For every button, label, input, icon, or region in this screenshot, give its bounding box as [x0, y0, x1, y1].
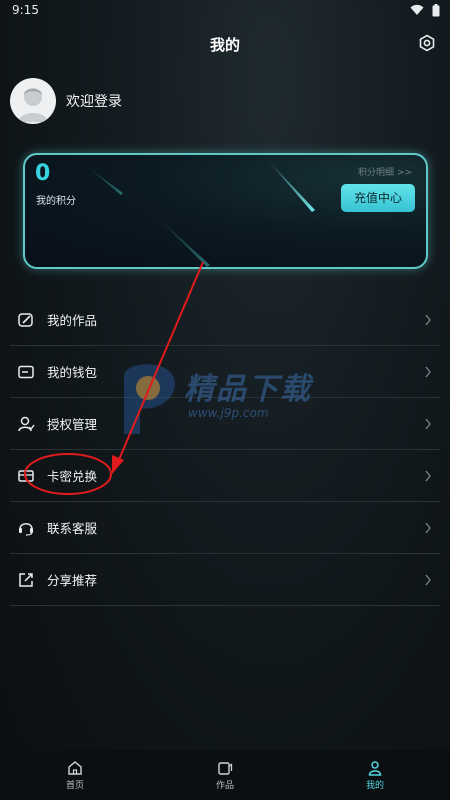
- works-icon: [18, 312, 33, 327]
- tab-home[interactable]: 首页: [0, 750, 150, 800]
- menu-label: 分享推荐: [47, 573, 98, 588]
- bottom-navigation: 首页 作品 我的: [0, 750, 450, 800]
- status-time: 9:15: [12, 3, 39, 17]
- menu-item-authorization[interactable]: 授权管理: [10, 398, 440, 450]
- avatar[interactable]: [10, 78, 56, 124]
- wallet-icon: [18, 365, 34, 378]
- chevron-right-icon: [425, 522, 431, 534]
- menu-label: 我的作品: [47, 313, 98, 328]
- menu-item-customer-service[interactable]: 联系客服: [10, 502, 440, 554]
- chevron-right-icon: [425, 470, 431, 482]
- menu-label: 我的钱包: [47, 365, 98, 380]
- tab-profile[interactable]: 我的: [300, 750, 450, 800]
- menu-list: 我的作品 我的钱包 授权管理 卡密兑换 联系客服 分享推荐: [10, 294, 440, 606]
- chevron-right-icon: [425, 314, 431, 326]
- menu-item-my-wallet[interactable]: 我的钱包: [10, 346, 440, 398]
- page-title: 我的: [209, 36, 240, 54]
- share-icon: [19, 572, 33, 587]
- tab-label: 作品: [215, 780, 234, 791]
- headset-icon: [19, 522, 33, 536]
- points-label: 我的积分: [36, 196, 76, 207]
- menu-label: 联系客服: [47, 521, 98, 536]
- points-detail-link[interactable]: 积分明细 >>: [358, 165, 412, 178]
- profile-icon: [368, 760, 382, 776]
- status-bar: 9:15: [0, 0, 450, 22]
- tab-works[interactable]: 作品: [150, 750, 300, 800]
- menu-item-my-works[interactable]: 我的作品: [10, 294, 440, 346]
- tab-label: 首页: [65, 780, 84, 791]
- menu-item-share[interactable]: 分享推荐: [10, 554, 440, 606]
- points-card: 0 我的积分 积分明细 >> 充值中心: [23, 153, 428, 269]
- menu-label: 卡密兑换: [47, 469, 98, 484]
- home-icon: [68, 760, 82, 775]
- status-icons: [410, 3, 440, 17]
- chevron-right-icon: [425, 366, 431, 378]
- points-value: 0: [35, 161, 51, 186]
- tab-label: 我的: [365, 780, 384, 791]
- authorization-icon: [18, 416, 35, 431]
- chevron-right-icon: [425, 574, 431, 586]
- chevron-right-icon: [425, 418, 431, 430]
- menu-label: 授权管理: [47, 417, 98, 432]
- card-icon: [18, 469, 34, 482]
- wifi-icon: [410, 4, 424, 15]
- settings-icon[interactable]: [418, 34, 436, 52]
- works-tab-icon: [218, 761, 233, 775]
- default-avatar-icon: [18, 88, 48, 122]
- menu-item-card-redeem[interactable]: 卡密兑换: [10, 450, 440, 502]
- profile-section[interactable]: 欢迎登录: [10, 78, 122, 124]
- recharge-center-button[interactable]: 充值中心: [341, 184, 415, 212]
- battery-icon: [432, 3, 440, 16]
- login-link[interactable]: 欢迎登录: [66, 91, 122, 111]
